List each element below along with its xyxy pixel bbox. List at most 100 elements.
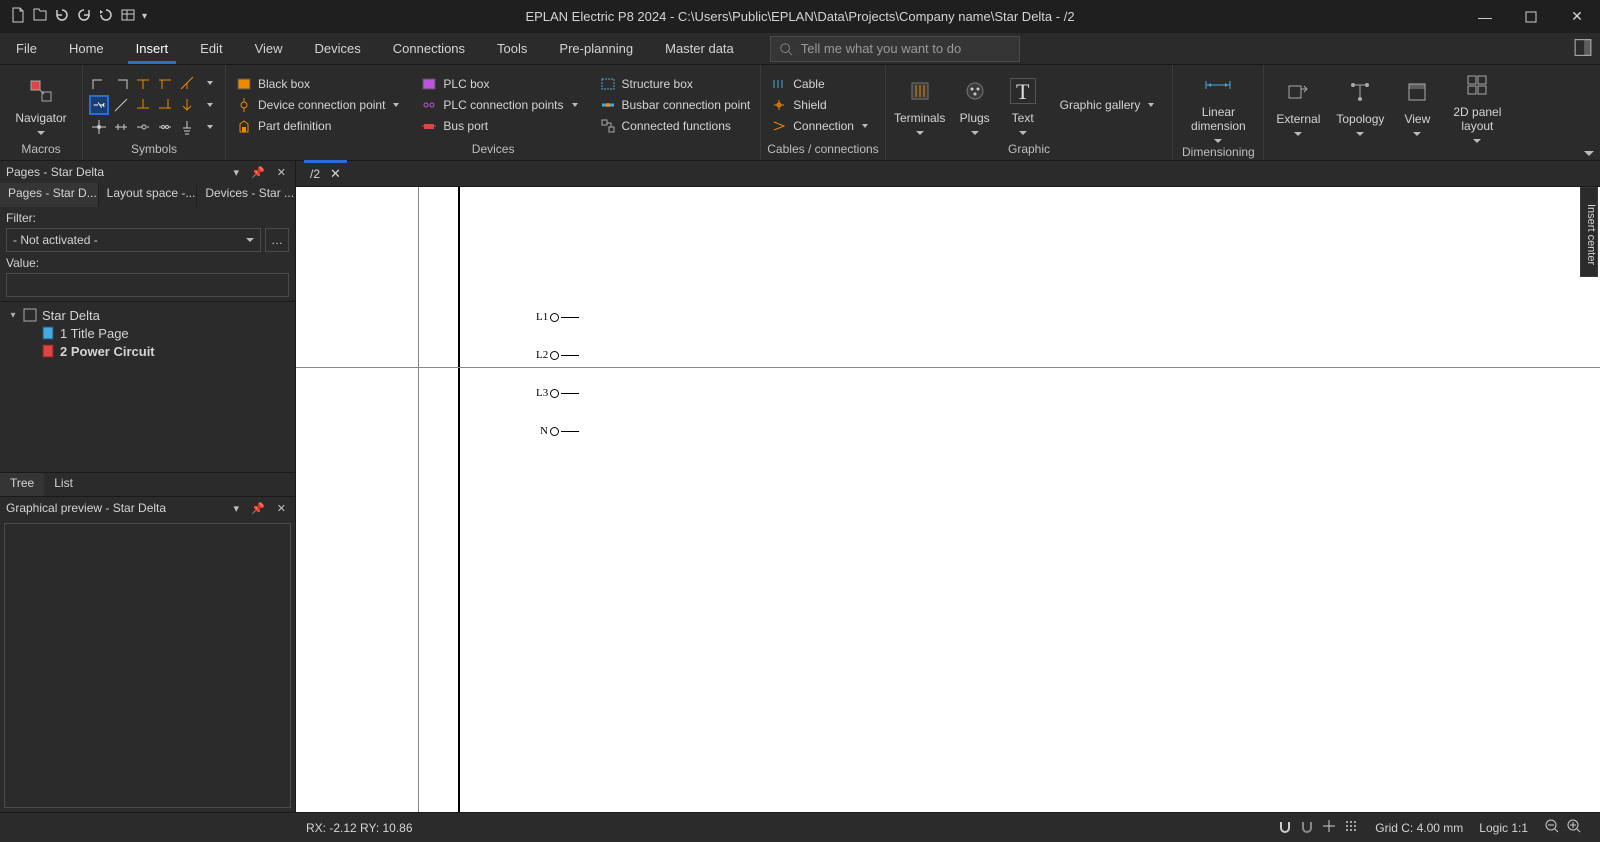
terminal-l2[interactable]: L2 <box>536 349 579 361</box>
tellme-search[interactable]: Tell me what you want to do <box>770 36 1020 62</box>
panel-pin-icon[interactable]: 📌 <box>248 166 268 179</box>
symbol-term-icon[interactable] <box>133 117 153 137</box>
symbol-more-mid[interactable] <box>199 95 219 115</box>
symbol-arrowdown-icon[interactable] <box>177 95 197 115</box>
grid-icon[interactable] <box>1343 818 1359 837</box>
plc-conn-points-button[interactable]: PLC connection points <box>417 96 581 114</box>
cable-button[interactable]: Cable <box>767 75 872 93</box>
qat-redo-icon[interactable] <box>76 7 92 26</box>
structure-box-icon <box>600 76 616 92</box>
layout-options-icon[interactable] <box>1574 38 1592 59</box>
symbol-more-top[interactable] <box>199 73 219 93</box>
snap2-icon[interactable] <box>1299 818 1315 837</box>
qat-more-icon[interactable]: ▾ <box>142 11 147 22</box>
plugs-button[interactable]: Plugs <box>952 75 998 135</box>
subtab-pages[interactable]: Pages - Star D... <box>0 183 99 207</box>
subtab-layout[interactable]: Layout space -... <box>99 183 198 207</box>
tree-item-power-circuit[interactable]: 2 Power Circuit <box>0 342 295 360</box>
tree-root[interactable]: ▾ Star Delta <box>0 306 295 324</box>
symbol-more-bot[interactable] <box>199 117 219 137</box>
topology-button[interactable]: Topology <box>1330 76 1390 136</box>
symbol-angle-tl-icon[interactable] <box>111 73 131 93</box>
topology-icon <box>1348 76 1372 108</box>
panel-layout-button[interactable]: 2D panel layout <box>1444 69 1510 143</box>
terminals-button[interactable]: Terminals <box>892 75 948 135</box>
qat-new-icon[interactable] <box>10 7 26 26</box>
terminal-l1[interactable]: L1 <box>536 311 579 323</box>
collapse-ribbon-icon[interactable] <box>1584 151 1594 156</box>
qat-table-icon[interactable] <box>120 7 136 26</box>
qat-open-icon[interactable] <box>32 7 48 26</box>
symbol-diag-icon[interactable] <box>177 73 197 93</box>
preview-pin-icon[interactable]: 📌 <box>248 502 268 515</box>
close-button[interactable]: ✕ <box>1554 0 1600 33</box>
terminal-n[interactable]: N <box>540 425 579 437</box>
snap-icon[interactable] <box>1277 818 1293 837</box>
busbar-conn-point-button[interactable]: Busbar connection point <box>596 96 755 114</box>
menu-view[interactable]: View <box>239 33 299 64</box>
symbol-line-icon[interactable] <box>111 95 131 115</box>
connection-button[interactable]: Connection <box>767 117 872 135</box>
menu-tools[interactable]: Tools <box>481 33 543 64</box>
navigator-button[interactable]: Navigator <box>6 75 76 135</box>
symbol-h-icon[interactable] <box>111 117 131 137</box>
qat-undo-icon[interactable] <box>54 7 70 26</box>
menu-masterdata[interactable]: Master data <box>649 33 750 64</box>
symbol-term2-icon[interactable] <box>155 117 175 137</box>
structure-box-button[interactable]: Structure box <box>596 75 755 93</box>
shield-button[interactable]: Shield <box>767 96 872 114</box>
maximize-button[interactable] <box>1508 0 1554 33</box>
symbol-tup2-icon[interactable] <box>155 95 175 115</box>
linear-dimension-button[interactable]: Linear dimension <box>1179 69 1257 143</box>
menu-edit[interactable]: Edit <box>184 33 238 64</box>
minimize-button[interactable]: — <box>1462 0 1508 33</box>
tree-item-title-page[interactable]: 1 Title Page <box>0 324 295 342</box>
subtab-devices[interactable]: Devices - Star ... <box>197 183 295 207</box>
filter-dropdown[interactable]: - Not activated - <box>6 228 261 252</box>
connected-functions-button[interactable]: Connected functions <box>596 117 755 135</box>
menu-devices[interactable]: Devices <box>299 33 377 64</box>
part-def-icon <box>236 118 252 134</box>
menu-home[interactable]: Home <box>53 33 120 64</box>
menu-insert[interactable]: Insert <box>120 33 185 64</box>
filter-more-button[interactable]: … <box>265 228 289 252</box>
editor-tab-2[interactable]: /2 ✕ <box>300 161 351 186</box>
zoom-out-icon[interactable] <box>1544 818 1560 837</box>
bus-port-button[interactable]: Bus port <box>417 117 581 135</box>
panel-dropdown-icon[interactable]: ▾ <box>231 166 243 179</box>
connection-icon <box>771 118 787 134</box>
preview-dropdown-icon[interactable]: ▾ <box>231 502 243 515</box>
plc-box-button[interactable]: PLC box <box>417 75 581 93</box>
preview-close-icon[interactable]: ✕ <box>274 502 289 515</box>
symbol-cross-icon[interactable] <box>89 117 109 137</box>
symbol-tdown-icon[interactable] <box>133 73 153 93</box>
graphic-gallery-button[interactable]: Graphic gallery <box>1056 97 1159 113</box>
tree-tab-tree[interactable]: Tree <box>0 473 44 496</box>
crosshair-icon[interactable] <box>1321 818 1337 837</box>
menu-preplanning[interactable]: Pre-planning <box>543 33 649 64</box>
external-button[interactable]: External <box>1270 76 1326 136</box>
panel-close-icon[interactable]: ✕ <box>274 166 289 179</box>
black-box-button[interactable]: Black box <box>232 75 403 93</box>
preview-panel-header: Graphical preview - Star Delta ▾ 📌 ✕ <box>0 497 295 519</box>
editor-tab-close-icon[interactable]: ✕ <box>330 166 341 182</box>
symbol-gnd-icon[interactable] <box>177 117 197 137</box>
group-graphic-title: Graphic <box>892 140 1167 158</box>
symbol-tup-icon[interactable] <box>133 95 153 115</box>
symbol-interrupt-icon[interactable] <box>89 95 109 115</box>
insert-center-bar[interactable]: Insert center <box>1580 187 1598 277</box>
qat-refresh-icon[interactable] <box>98 7 114 26</box>
symbol-tdown2-icon[interactable] <box>155 73 175 93</box>
value-input[interactable] <box>6 273 289 297</box>
menu-connections[interactable]: Connections <box>377 33 481 64</box>
symbol-angle-tr-icon[interactable] <box>89 73 109 93</box>
text-button[interactable]: T Text <box>1002 75 1044 135</box>
drawing-canvas[interactable]: L1 L2 L3 N <box>296 187 1600 812</box>
zoom-in-icon[interactable] <box>1566 818 1582 837</box>
tree-tab-list[interactable]: List <box>44 473 83 496</box>
view-button[interactable]: View <box>1394 76 1440 136</box>
menu-file[interactable]: File <box>0 33 53 64</box>
terminal-l3[interactable]: L3 <box>536 387 579 399</box>
device-conn-point-button[interactable]: Device connection point <box>232 96 403 114</box>
part-definition-button[interactable]: Part definition <box>232 117 403 135</box>
